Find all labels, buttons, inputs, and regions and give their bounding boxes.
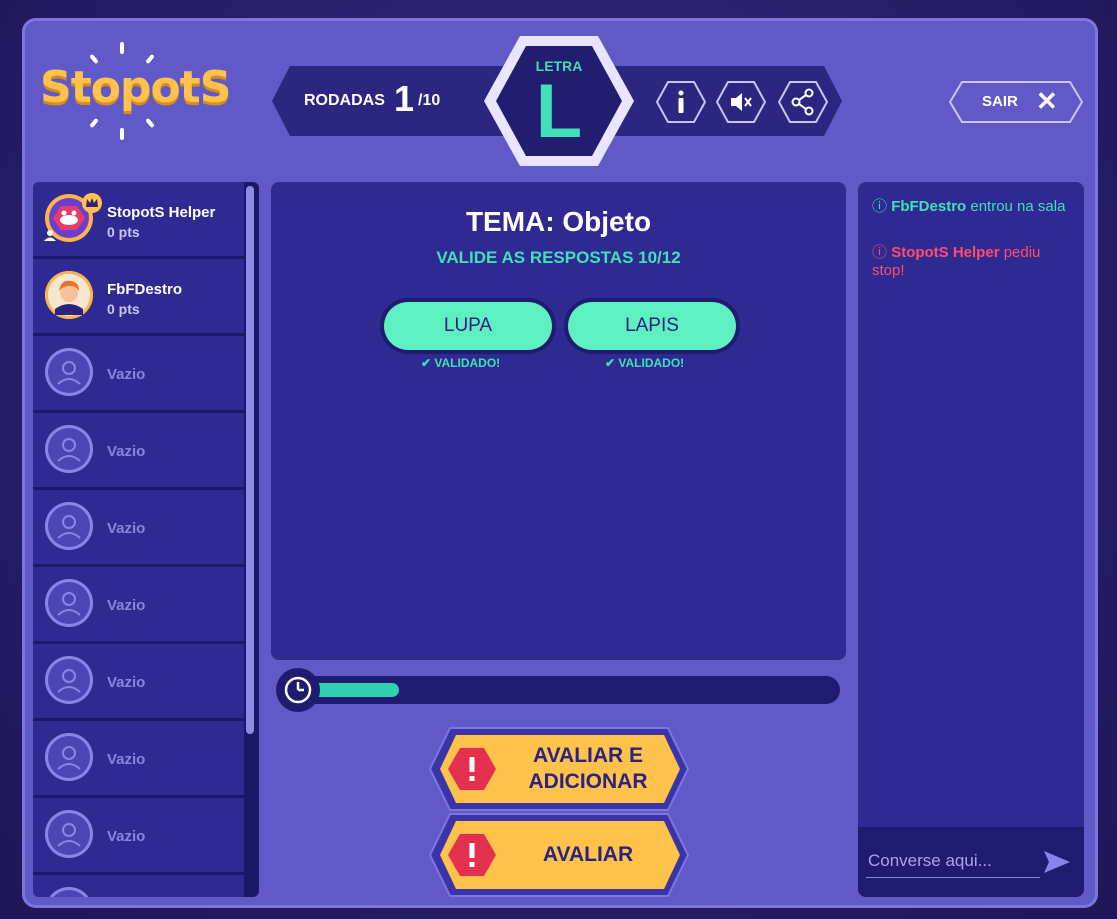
chat-input-area (858, 827, 1084, 897)
validation-subtitle: VALIDE AS RESPOSTAS 10/12 (436, 248, 681, 267)
evaluate-label: AVALIAR (542, 843, 634, 866)
empty-avatar-icon (45, 810, 93, 858)
alert-circle-icon: ⓘ (872, 244, 888, 261)
rounds-label: RODADAS (304, 92, 385, 109)
player-points: 0 pts (107, 301, 140, 317)
player-slot-empty: Vazio (33, 721, 244, 795)
answer-status-label: VALIDADO! (434, 356, 501, 370)
check-icon: ✔ (605, 356, 616, 370)
player-name: StopotS Helper (107, 204, 216, 221)
player-slot: FbFDestro 0 pts (33, 259, 244, 333)
evaluate-button[interactable]: AVALIAR (428, 812, 690, 898)
chat-panel: ⓘ FbFDestro entrou na sala ⓘ StopotS Hel… (858, 182, 1084, 897)
logo-ray (89, 117, 99, 129)
player-avatar-icon (48, 274, 90, 316)
empty-slot-label: Vazio (107, 443, 146, 460)
empty-slot-label: Vazio (107, 597, 146, 614)
send-icon[interactable] (1042, 847, 1072, 877)
player-slot-empty: Vazio (33, 644, 244, 718)
empty-avatar-icon (45, 502, 93, 550)
chat-message: ⓘ FbFDestro entrou na sala (872, 198, 1072, 216)
logo-ray (120, 128, 124, 140)
crown-icon (82, 193, 102, 213)
validation-panel: TEMA: Objeto VALIDE AS RESPOSTAS 10/12 L… (271, 182, 846, 660)
player-slot-empty: Vazio (33, 798, 244, 872)
theme-title: TEMA: Objeto (465, 206, 652, 237)
player-slot-empty: Vazio (33, 413, 244, 487)
mute-button[interactable] (716, 80, 766, 124)
user-icon (44, 230, 56, 241)
close-icon: ✕ (1036, 86, 1058, 116)
logo-ray (145, 117, 155, 129)
empty-slot-label: Vazio (107, 674, 146, 691)
empty-slot-label: Vazio (107, 828, 146, 845)
player-points: 0 pts (107, 224, 140, 240)
player-slot-empty: Vazio (33, 336, 244, 410)
avatar (45, 271, 93, 319)
chat-user: FbFDestro (891, 198, 967, 215)
exit-label: SAIR (982, 93, 1018, 110)
exit-button[interactable]: SAIR ✕ (948, 80, 1084, 124)
round-total: /10 (418, 92, 441, 109)
answer-chip[interactable]: LAPIS (568, 302, 736, 350)
empty-avatar-icon (45, 887, 93, 897)
info-button[interactable] (656, 80, 706, 124)
chat-user: StopotS Helper (891, 244, 1000, 261)
answer-chip[interactable]: LUPA (384, 302, 552, 350)
evaluate-add-label: AVALIAR E ADICIONAR (528, 744, 648, 793)
player-slot: StopotS Helper 0 pts (33, 182, 244, 256)
answer-status: ✔ VALIDADO! (605, 356, 684, 370)
player-slot-empty (33, 875, 244, 897)
share-button[interactable] (778, 80, 828, 124)
round-current: 1 (394, 78, 415, 119)
players-scrollbar[interactable] (246, 186, 254, 734)
current-letter: L (535, 69, 583, 154)
share-icon (778, 81, 828, 123)
empty-slot-label: Vazio (107, 751, 146, 768)
check-icon: ✔ (421, 356, 432, 370)
stopots-logo: StopotS (40, 42, 231, 140)
clock-icon (284, 676, 312, 704)
logo-ray (120, 42, 124, 54)
players-list: StopotS Helper 0 pts FbFDestro 0 pts Vaz… (33, 182, 259, 897)
empty-avatar-icon (45, 733, 93, 781)
empty-slot-label: Vazio (107, 520, 146, 537)
letter-badge: LETRA L (482, 34, 636, 168)
empty-avatar-icon (45, 425, 93, 473)
empty-slot-label: Vazio (107, 366, 146, 383)
empty-avatar-icon (45, 656, 93, 704)
round-timer (276, 668, 840, 712)
player-slot-empty: Vazio (33, 490, 244, 564)
evaluate-add-button[interactable]: AVALIAR E ADICIONAR (428, 726, 690, 812)
player-slot-empty: Vazio (33, 567, 244, 641)
info-icon (656, 81, 706, 123)
player-name: FbFDestro (107, 281, 182, 298)
answer-status: ✔ VALIDADO! (421, 356, 500, 370)
logo-text: StopotS (40, 62, 231, 113)
clock-badge (276, 668, 320, 712)
empty-avatar-icon (45, 348, 93, 396)
speaker-mute-icon (716, 81, 766, 123)
answer-status-label: VALIDADO! (618, 356, 685, 370)
chat-text: entrou na sala (966, 198, 1066, 215)
chat-input[interactable] (866, 845, 1040, 878)
empty-avatar-icon (45, 579, 93, 627)
info-circle-icon: ⓘ (872, 198, 888, 215)
chat-message: ⓘ StopotS Helper pediu stop! (872, 244, 1072, 280)
